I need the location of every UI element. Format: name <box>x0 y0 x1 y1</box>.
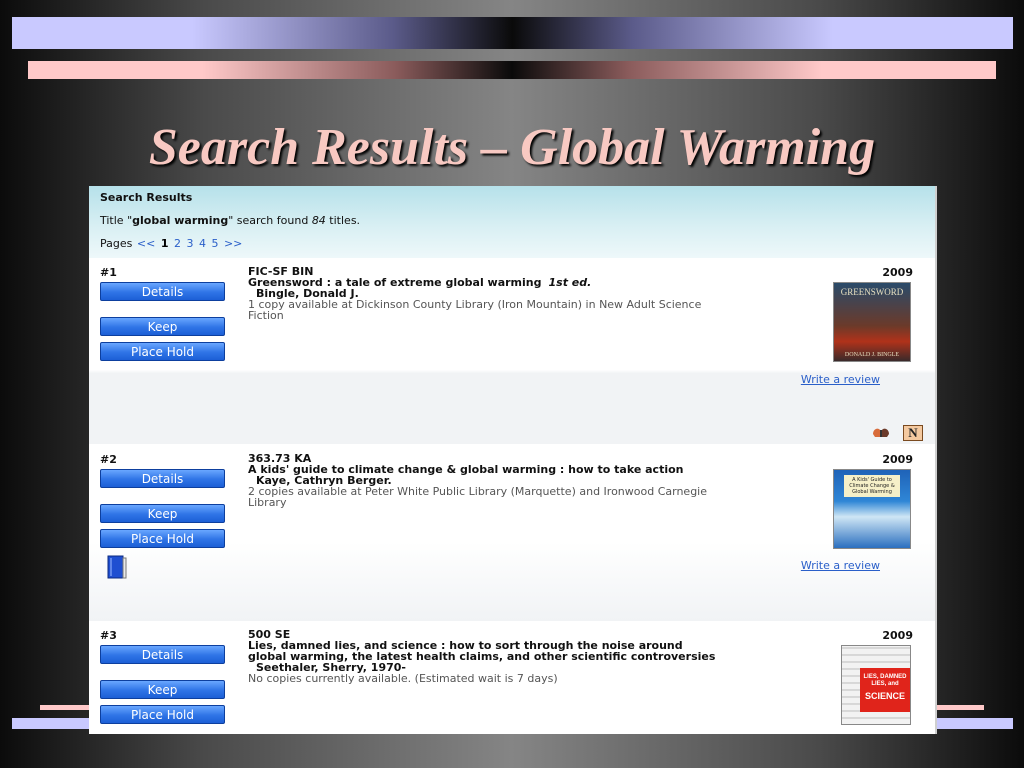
place-hold-button[interactable]: Place Hold <box>100 342 225 361</box>
place-hold-button[interactable]: Place Hold <box>100 529 225 548</box>
prev-page-link[interactable]: << <box>137 237 155 250</box>
record-info: FIC-SF BIN Greensword : a tale of extrem… <box>248 266 718 321</box>
availability: No copies currently available. (Estimate… <box>248 672 558 685</box>
record-info: 500 SE Lies, damned lies, and science : … <box>248 629 718 684</box>
decor-bar-top-pink <box>28 61 996 79</box>
record-number: #3 <box>100 629 117 642</box>
result-record: #1 Details Keep Place Hold FIC-SF BIN Gr… <box>89 258 935 444</box>
record-number: #1 <box>100 266 117 279</box>
query-text: global warming <box>132 214 229 227</box>
details-button[interactable]: Details <box>100 469 225 488</box>
book-cover[interactable]: A Kids' Guide to Climate Change & Global… <box>833 469 911 549</box>
record-year: 2009 <box>882 453 913 466</box>
book-format-icon <box>106 555 128 580</box>
availability: 2 copies available at Peter White Public… <box>248 485 708 509</box>
write-review-link[interactable]: Write a review <box>801 559 880 572</box>
search-results-screenshot: Search Results Title "global warming" se… <box>89 186 937 734</box>
results-header: Search Results Title "global warming" se… <box>89 186 935 258</box>
record-info: 363.73 KA A kids' guide to climate chang… <box>248 453 718 508</box>
availability: 1 copy available at Dickinson County Lib… <box>248 298 702 322</box>
results-summary: Title "global warming" search found 84 t… <box>100 214 361 227</box>
details-button[interactable]: Details <box>100 645 225 664</box>
result-record: #2 Details Keep Place Hold 363.73 KA A k… <box>89 445 935 621</box>
page-link-3[interactable]: 3 <box>186 237 193 250</box>
next-page-link[interactable]: >> <box>224 237 242 250</box>
result-record: #3 Details Keep Place Hold 500 SE Lies, … <box>89 621 935 734</box>
decor-bar-top <box>12 17 1013 49</box>
book-cover[interactable]: GREENSWORD DONALD J. BINGLE <box>833 282 911 362</box>
keep-button[interactable]: Keep <box>100 680 225 699</box>
record-number: #2 <box>100 453 117 466</box>
page-link-5[interactable]: 5 <box>211 237 218 250</box>
result-count: 84 <box>311 214 326 227</box>
keep-button[interactable]: Keep <box>100 504 225 523</box>
record-year: 2009 <box>882 266 913 279</box>
page-link-4[interactable]: 4 <box>199 237 206 250</box>
audio-book-icon[interactable] <box>871 426 891 439</box>
edition: 1st ed. <box>548 276 592 289</box>
record-title[interactable]: Lies, damned lies, and science : how to … <box>248 640 718 662</box>
details-button[interactable]: Details <box>100 282 225 301</box>
page-link-2[interactable]: 2 <box>174 237 181 250</box>
write-review-link[interactable]: Write a review <box>801 373 880 386</box>
book-cover[interactable]: LIES, DAMNED LIES, and SCIENCE <box>841 645 911 725</box>
results-heading: Search Results <box>100 191 193 204</box>
keep-button[interactable]: Keep <box>100 317 225 336</box>
record-year: 2009 <box>882 629 913 642</box>
page-link-1: 1 <box>160 237 169 250</box>
place-hold-button[interactable]: Place Hold <box>100 705 225 724</box>
n-format-icon[interactable]: N <box>903 425 923 441</box>
slide-title: Search Results – Global Warming <box>148 119 876 176</box>
pages-label: Pages <box>100 237 133 250</box>
pagination: Pages << 1 2 3 4 5 >> <box>100 237 243 250</box>
